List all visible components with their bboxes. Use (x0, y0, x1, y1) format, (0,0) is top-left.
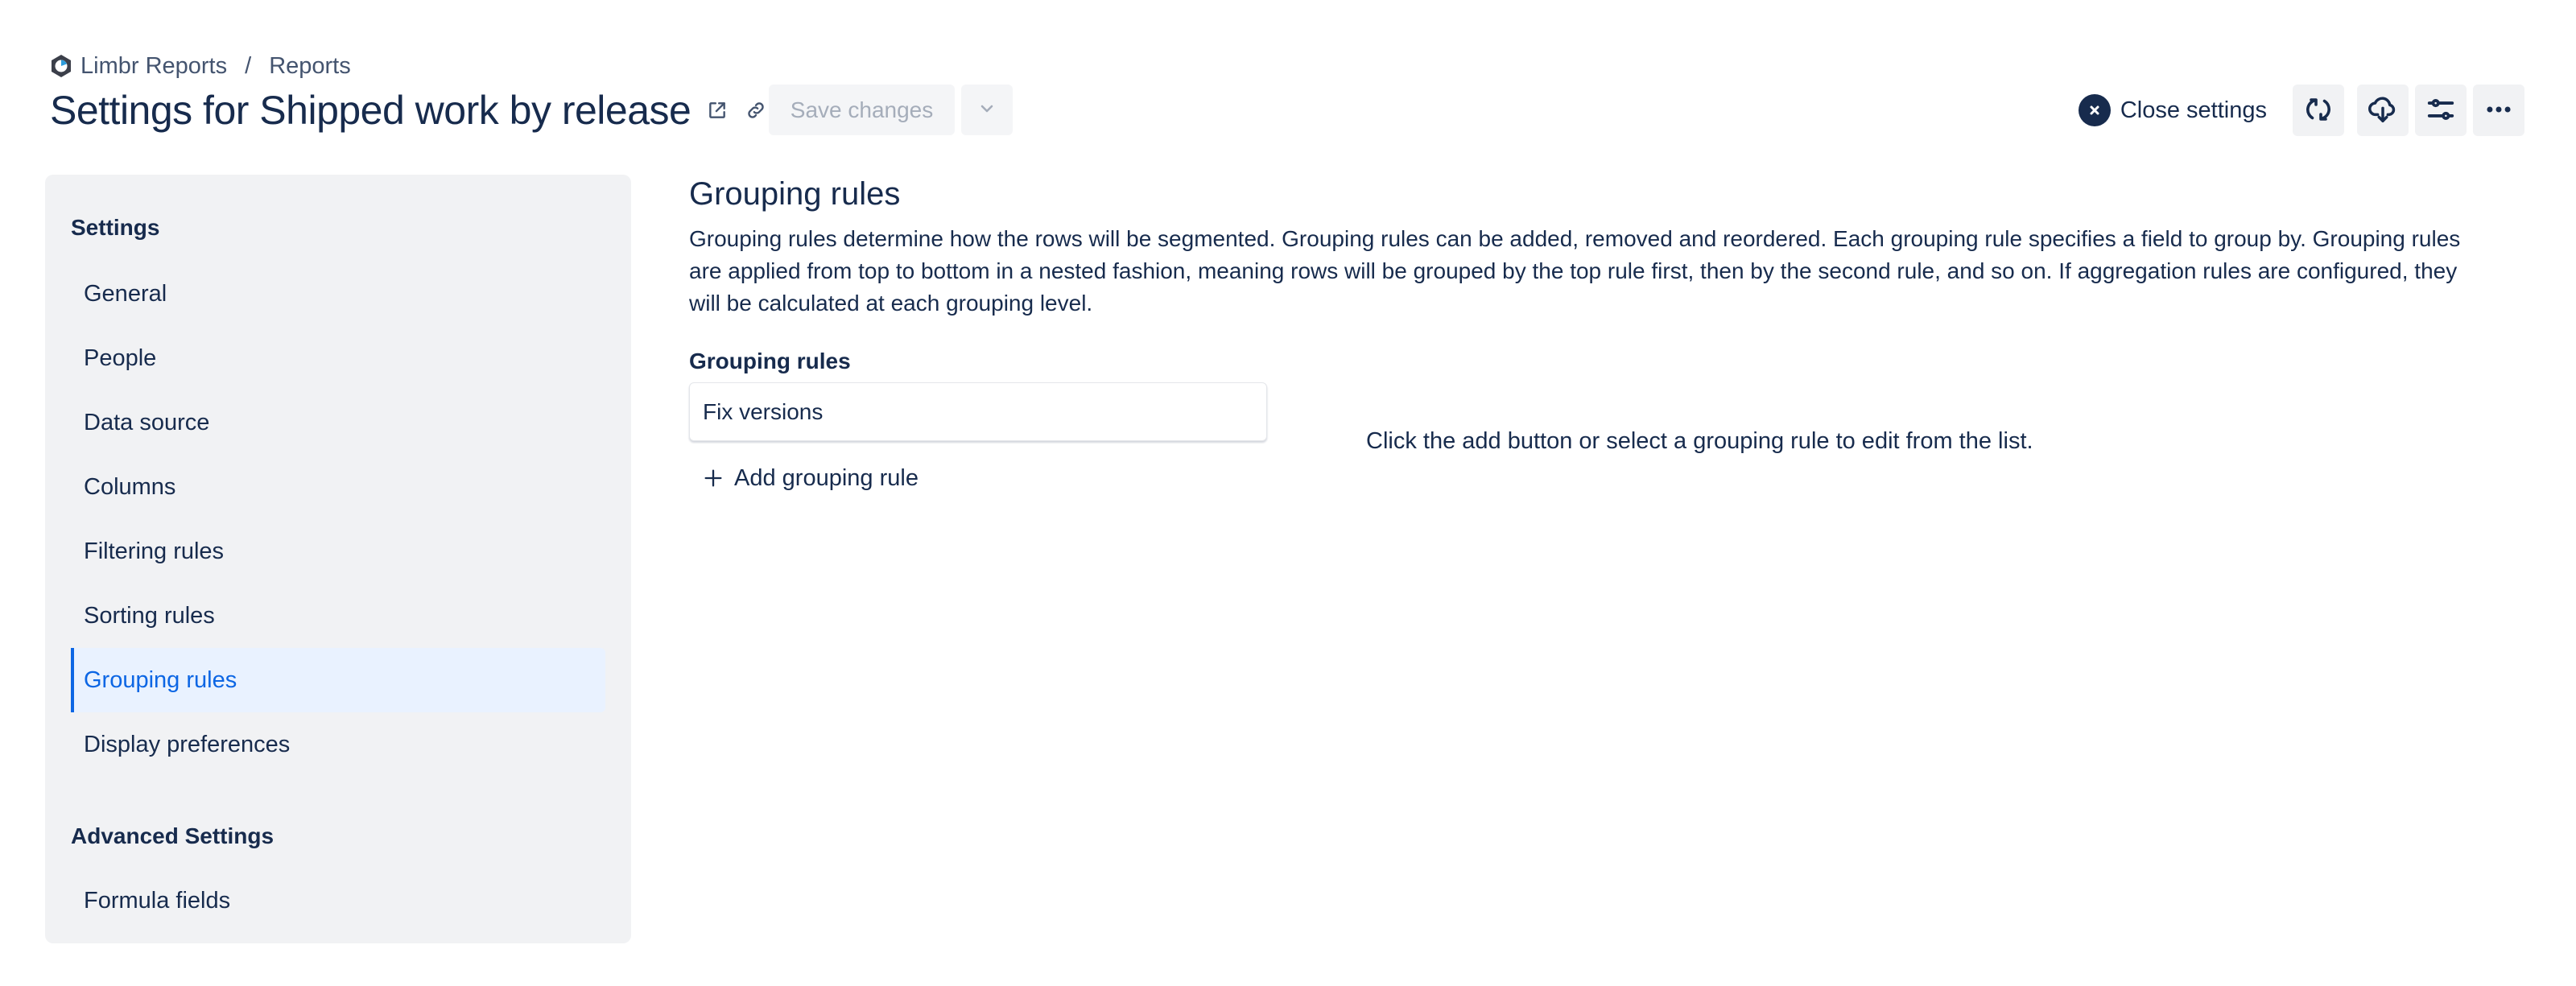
sidebar-item-columns[interactable]: Columns (71, 455, 605, 519)
sidebar-heading-settings: Settings (71, 215, 160, 240)
section-description: Grouping rules determine how the rows wi… (689, 226, 2461, 316)
refresh-icon (2304, 95, 2333, 126)
link-icon[interactable] (744, 98, 768, 122)
editor-empty-hint: Click the add button or select a groupin… (1366, 428, 2033, 454)
breadcrumb-app-link[interactable]: Limbr Reports (80, 53, 227, 80)
sidebar-item-general[interactable]: General (71, 262, 605, 326)
close-settings-label: Close settings (2120, 97, 2267, 123)
sidebar-item-formula-fields[interactable]: Formula fields (71, 868, 605, 933)
header-toolbar: Close settings (2078, 85, 2524, 136)
plus-icon (702, 467, 724, 489)
chevron-down-icon (977, 99, 997, 121)
sidebar-item-people[interactable]: People (71, 326, 605, 390)
sidebar-item-data-source[interactable]: Data source (71, 390, 605, 455)
save-button-group: Save changes (769, 85, 1013, 135)
sidebar-item-grouping-rules[interactable]: Grouping rules (71, 648, 605, 712)
close-icon (2078, 94, 2111, 126)
save-changes-button[interactable]: Save changes (769, 85, 955, 135)
sidebar-item-sorting-rules[interactable]: Sorting rules (71, 584, 605, 648)
title-row: Settings for Shipped work by release (50, 84, 768, 137)
external-link-icon[interactable] (705, 98, 729, 122)
breadcrumb-reports-link[interactable]: Reports (269, 53, 351, 80)
more-horizontal-icon (2483, 94, 2514, 127)
grouping-rule-item[interactable]: Fix versions (689, 382, 1267, 441)
grouping-rules-label: Grouping rules (689, 349, 851, 373)
limbr-logo-icon (50, 54, 72, 78)
grouping-rule-label: Fix versions (703, 398, 824, 424)
filters-button[interactable] (2415, 85, 2467, 136)
add-grouping-rule-label: Add grouping rule (734, 464, 919, 491)
add-grouping-rule-button[interactable]: Add grouping rule (702, 459, 2476, 497)
page-title: Settings for Shipped work by release (50, 88, 691, 133)
sidebar-item-label: Data source (84, 409, 210, 435)
sidebar-item-label: Filtering rules (84, 538, 225, 564)
section-heading: Grouping rules (689, 176, 901, 212)
sidebar-heading-advanced: Advanced Settings (71, 823, 275, 848)
close-settings-button[interactable]: Close settings (2078, 94, 2267, 126)
sidebar-item-label: People (84, 344, 157, 371)
grouping-rules-list: Fix versions (689, 382, 1267, 441)
sidebar-item-label: Formula fields (84, 887, 231, 914)
sidebar-item-filtering-rules[interactable]: Filtering rules (71, 519, 605, 584)
settings-sidebar: Settings General People Data source Colu… (45, 175, 631, 943)
sidebar-item-label: Display preferences (84, 731, 291, 757)
cloud-download-icon (2368, 94, 2398, 127)
breadcrumb: Limbr Reports / Reports (50, 52, 351, 80)
more-actions-button[interactable] (2473, 85, 2524, 136)
export-button[interactable] (2357, 85, 2409, 136)
sidebar-item-display-preferences[interactable]: Display preferences (71, 712, 605, 777)
breadcrumb-separator: / (245, 52, 252, 79)
sidebar-item-label: Grouping rules (84, 666, 237, 693)
sidebar-item-label: General (84, 280, 167, 307)
sliders-icon (2425, 94, 2456, 127)
save-options-button[interactable] (961, 85, 1013, 135)
refresh-button[interactable] (2293, 85, 2344, 136)
sidebar-item-label: Sorting rules (84, 602, 215, 629)
sidebar-item-label: Columns (84, 473, 176, 500)
